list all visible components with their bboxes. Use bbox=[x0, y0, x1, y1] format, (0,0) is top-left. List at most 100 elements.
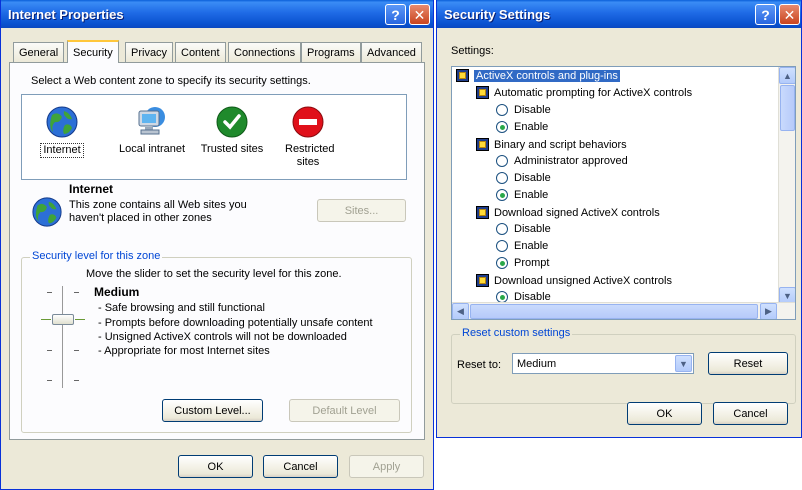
security-level-slider[interactable] bbox=[41, 314, 85, 325]
window-title: Security Settings bbox=[444, 7, 551, 22]
radio-button[interactable] bbox=[496, 104, 508, 116]
tab-programs[interactable]: Programs bbox=[301, 42, 361, 62]
reset-to-select[interactable]: Medium ▼ bbox=[512, 353, 694, 374]
tab-advanced[interactable]: Advanced bbox=[361, 42, 422, 62]
group-label: Security level for this zone bbox=[30, 250, 163, 262]
settings-label: Settings: bbox=[451, 45, 494, 57]
item-label: Download signed ActiveX controls bbox=[494, 206, 660, 219]
selected-zone-name: Internet bbox=[69, 182, 114, 196]
category-activex[interactable]: ActiveX controls and plug-ins bbox=[456, 69, 620, 82]
settings-tree: ActiveX controls and plug-ins Automatic … bbox=[451, 66, 796, 320]
radio-button[interactable] bbox=[496, 189, 508, 201]
help-button[interactable]: ? bbox=[755, 4, 776, 25]
settings-category-icon bbox=[476, 274, 489, 287]
level-bullet: - Safe browsing and still functional bbox=[98, 302, 265, 314]
vertical-scroll-thumb[interactable] bbox=[780, 85, 795, 131]
settings-category-icon bbox=[476, 86, 489, 99]
radio-button[interactable] bbox=[496, 240, 508, 252]
item-label: Download unsigned ActiveX controls bbox=[494, 274, 672, 287]
zone-prompt: Select a Web content zone to specify its… bbox=[31, 75, 311, 87]
reset-button[interactable]: Reset bbox=[708, 352, 788, 375]
computer-icon bbox=[135, 105, 169, 139]
slider-tick bbox=[74, 350, 79, 351]
slider-tick bbox=[47, 380, 52, 381]
option-radio[interactable]: Enable bbox=[496, 189, 548, 201]
tab-privacy[interactable]: Privacy bbox=[125, 42, 174, 62]
radio-button[interactable] bbox=[496, 257, 508, 269]
item-label: Disable bbox=[514, 172, 551, 184]
zone-internet[interactable]: Internet bbox=[22, 95, 102, 158]
reset-custom-settings-group: Reset custom settings Reset to: Medium ▼… bbox=[451, 327, 796, 404]
reset-to-label: Reset to: bbox=[457, 359, 502, 371]
zone-label: Trusted sites bbox=[200, 143, 264, 155]
option-radio[interactable]: Disable bbox=[496, 172, 551, 184]
setting-download-unsigned: Download unsigned ActiveX controls bbox=[476, 274, 672, 287]
custom-level-button[interactable]: Custom Level... bbox=[162, 399, 263, 422]
scroll-up-icon[interactable]: ▲ bbox=[779, 67, 795, 84]
slider-tick bbox=[74, 292, 79, 293]
internet-properties-titlebar[interactable]: Internet Properties ? ✕ bbox=[1, 0, 433, 28]
option-radio[interactable]: Prompt bbox=[496, 257, 549, 269]
slider-tick bbox=[47, 350, 52, 351]
internet-properties-window: Internet Properties ? ✕ General Security… bbox=[0, 0, 434, 490]
slider-tick bbox=[47, 292, 52, 293]
zone-trusted-sites[interactable]: Trusted sites bbox=[192, 95, 272, 156]
sites-button[interactable]: Sites... bbox=[317, 199, 406, 222]
window-title: Internet Properties bbox=[8, 7, 124, 22]
option-radio[interactable]: Administrator approved bbox=[496, 155, 628, 167]
level-bullet: - Unsigned ActiveX controls will not be … bbox=[98, 331, 347, 343]
zone-list: Internet Local intranet Trusted sites Re… bbox=[21, 94, 407, 180]
close-button[interactable]: ✕ bbox=[409, 4, 430, 25]
tab-security[interactable]: Security bbox=[67, 40, 119, 63]
setting-download-signed: Download signed ActiveX controls bbox=[476, 206, 660, 219]
ok-button[interactable]: OK bbox=[627, 402, 702, 425]
security-level-track bbox=[62, 286, 66, 388]
tab-connections[interactable]: Connections bbox=[228, 42, 302, 62]
option-radio[interactable]: Enable bbox=[496, 240, 548, 252]
item-label: Enable bbox=[514, 121, 549, 133]
default-level-button[interactable]: Default Level bbox=[289, 399, 400, 422]
security-settings-titlebar[interactable]: Security Settings ? ✕ bbox=[437, 0, 801, 28]
no-entry-icon bbox=[291, 105, 325, 139]
option-radio[interactable]: Disable bbox=[496, 223, 551, 235]
slider-hint: Move the slider to set the security leve… bbox=[86, 268, 342, 280]
scroll-left-icon[interactable]: ◀ bbox=[452, 303, 469, 319]
item-label: Enable bbox=[514, 240, 549, 252]
item-label: Administrator approved bbox=[514, 155, 628, 167]
select-value: Medium bbox=[517, 357, 557, 370]
radio-button[interactable] bbox=[496, 121, 508, 133]
slider-tick bbox=[74, 380, 79, 381]
group-label: Reset custom settings bbox=[460, 327, 573, 339]
chevron-down-icon[interactable]: ▼ bbox=[675, 355, 692, 372]
scroll-right-icon[interactable]: ▶ bbox=[760, 303, 777, 319]
item-label: Enable bbox=[514, 189, 549, 201]
close-button[interactable]: ✕ bbox=[779, 4, 800, 25]
zone-restricted-sites[interactable]: Restricted sites bbox=[268, 95, 348, 169]
zone-local-intranet[interactable]: Local intranet bbox=[112, 95, 192, 156]
ok-button[interactable]: OK bbox=[178, 455, 253, 478]
help-button[interactable]: ? bbox=[385, 4, 406, 25]
horizontal-scrollbar[interactable]: ◀ ▶ bbox=[452, 302, 795, 319]
settings-category-icon bbox=[456, 69, 469, 82]
horizontal-scroll-thumb[interactable] bbox=[470, 304, 758, 319]
apply-button[interactable]: Apply bbox=[349, 455, 424, 478]
tab-general[interactable]: General bbox=[13, 42, 65, 62]
radio-button[interactable] bbox=[496, 172, 508, 184]
cancel-button[interactable]: Cancel bbox=[713, 402, 788, 425]
zone-description: haven't placed in other zones bbox=[69, 212, 212, 224]
item-label: Automatic prompting for ActiveX controls bbox=[494, 86, 693, 99]
security-settings-window: Security Settings ? ✕ Settings: ActiveX … bbox=[436, 0, 802, 438]
setting-automatic-prompting: Automatic prompting for ActiveX controls bbox=[476, 86, 692, 99]
globe-icon bbox=[45, 105, 79, 139]
tab-content[interactable]: Content bbox=[175, 42, 226, 62]
cancel-button[interactable]: Cancel bbox=[263, 455, 338, 478]
radio-button[interactable] bbox=[496, 155, 508, 167]
option-radio[interactable]: Disable bbox=[496, 104, 551, 116]
checkmark-icon bbox=[215, 105, 249, 139]
zone-label: Internet bbox=[40, 143, 84, 158]
vertical-scrollbar[interactable]: ▲ ▼ bbox=[778, 67, 795, 304]
settings-category-icon bbox=[476, 138, 489, 151]
radio-button[interactable] bbox=[496, 223, 508, 235]
option-radio[interactable]: Enable bbox=[496, 121, 548, 133]
globe-icon bbox=[31, 196, 63, 231]
